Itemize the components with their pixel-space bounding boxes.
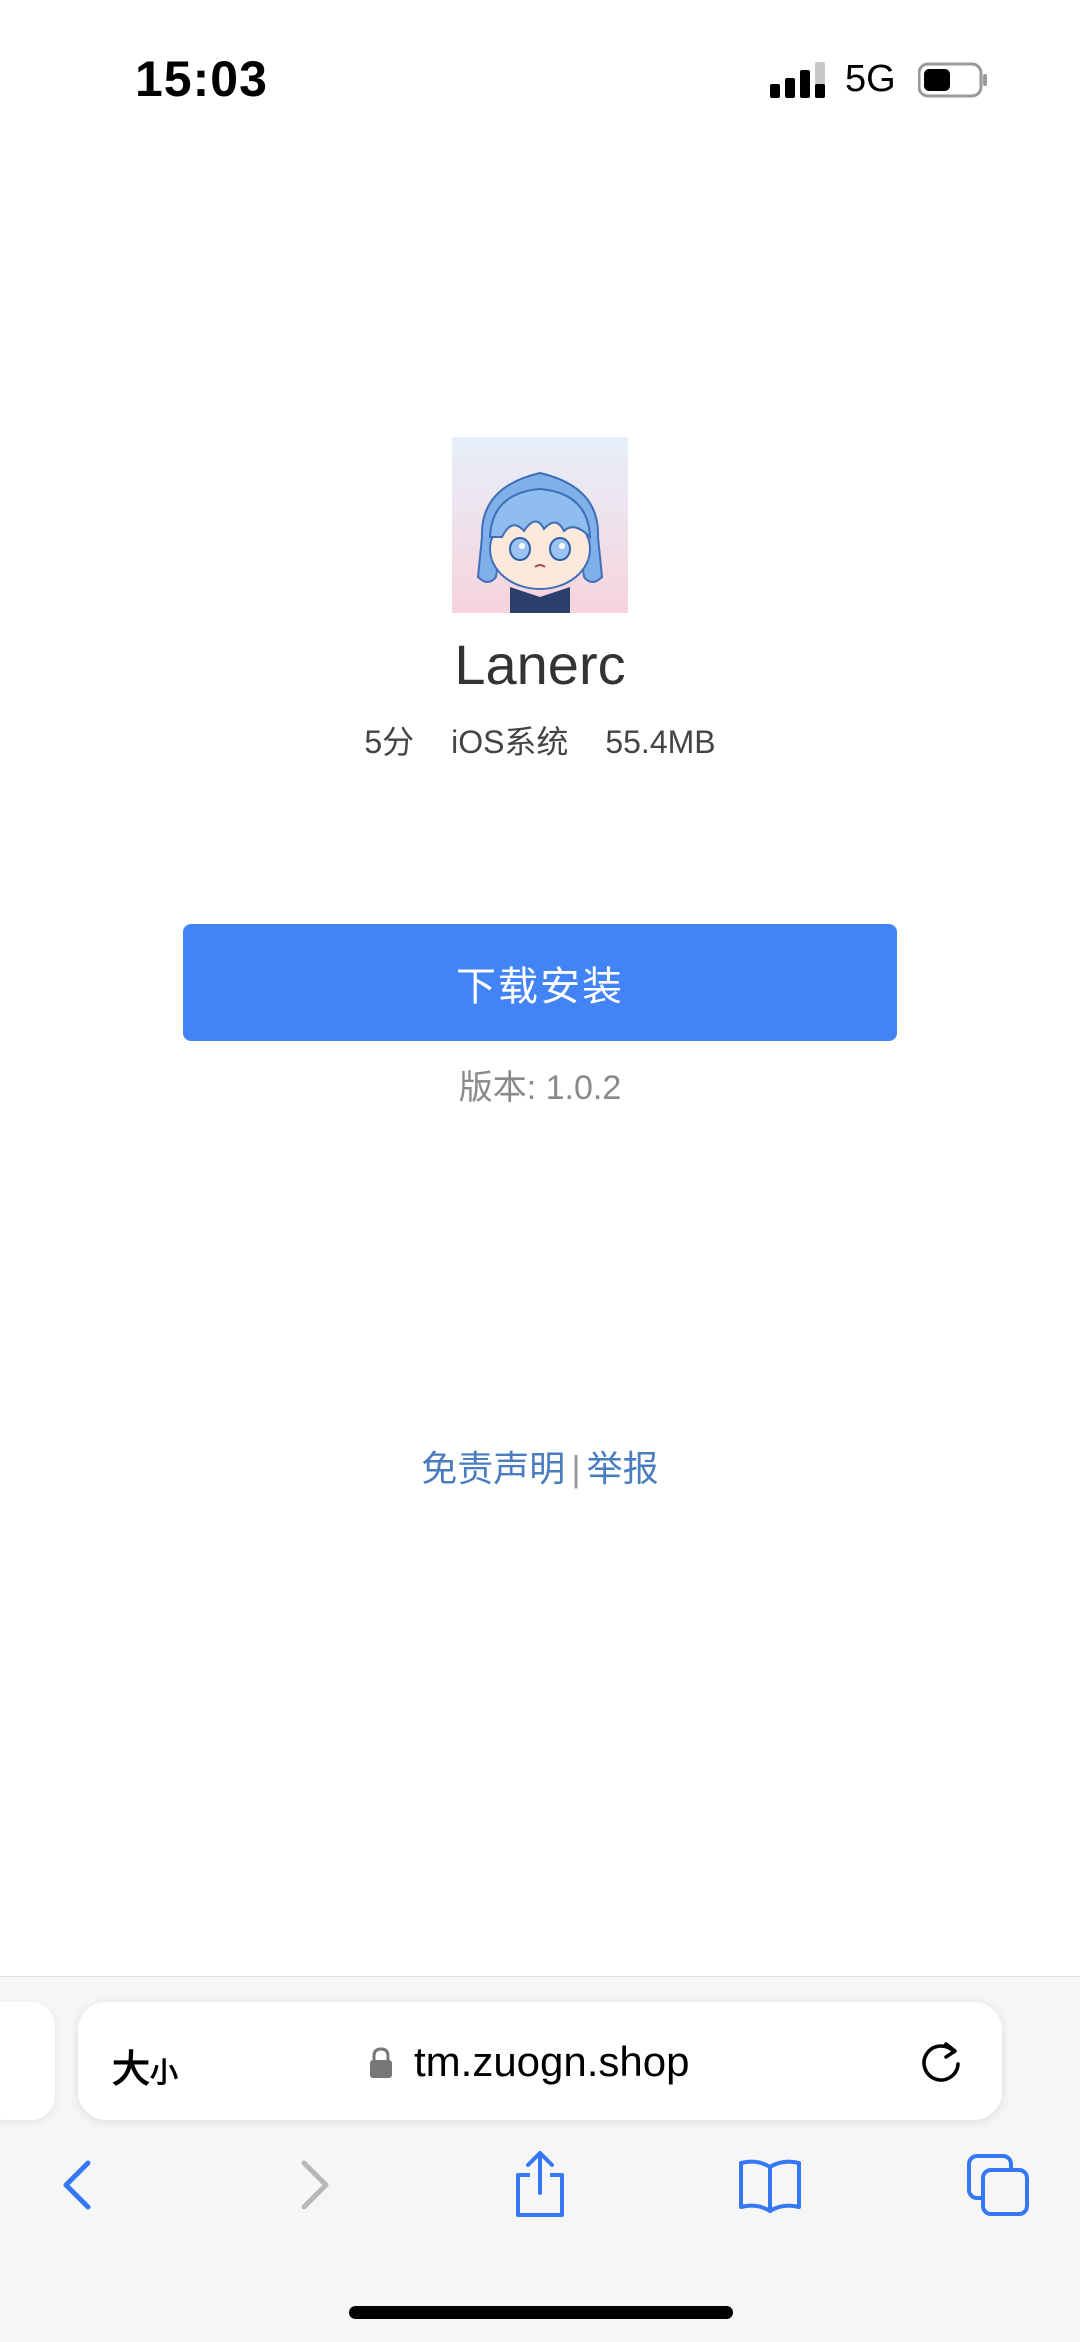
home-indicator[interactable] bbox=[349, 2306, 733, 2319]
forward-button[interactable] bbox=[262, 2135, 362, 2235]
app-platform: iOS系统 bbox=[451, 724, 569, 760]
app-rating: 5分 bbox=[364, 724, 415, 760]
text-size-large-glyph: 大 bbox=[112, 2049, 151, 2091]
browser-nav-toolbar bbox=[0, 2135, 1080, 2245]
text-size-button[interactable]: 大小 bbox=[112, 2038, 178, 2093]
share-icon bbox=[516, 2151, 564, 2217]
back-button[interactable] bbox=[30, 2135, 130, 2235]
tabs-button[interactable] bbox=[948, 2135, 1048, 2235]
bookmarks-button[interactable] bbox=[720, 2135, 820, 2235]
tabs-icon bbox=[967, 2154, 1029, 2216]
app-meta: 5分 iOS系统 55.4MB bbox=[0, 717, 1080, 763]
report-link[interactable]: 举报 bbox=[587, 1448, 659, 1489]
battery-icon bbox=[918, 62, 987, 98]
app-version: 版本: 1.0.2 bbox=[458, 1069, 622, 1107]
app-size: 55.4MB bbox=[605, 724, 716, 760]
link-separator: | bbox=[571, 1448, 581, 1489]
status-bar: 15:03 5G bbox=[0, 0, 1080, 160]
address-bar[interactable]: 大小 tm.zuogn.shop bbox=[78, 2002, 1002, 2120]
reload-icon[interactable] bbox=[916, 2036, 966, 2086]
browser-toolbar-area: 大小 tm.zuogn.shop bbox=[0, 1976, 1080, 2342]
forward-icon bbox=[301, 2160, 329, 2210]
previous-tab-preview[interactable] bbox=[0, 2002, 55, 2120]
footer-links: 免责声明 | 举报 bbox=[0, 1440, 1080, 1492]
download-install-button[interactable]: 下载安装 bbox=[183, 924, 897, 1041]
lock-icon bbox=[370, 2047, 392, 2078]
network-type: 5G bbox=[845, 58, 896, 100]
disclaimer-link[interactable]: 免责声明 bbox=[421, 1448, 565, 1489]
app-icon bbox=[452, 437, 628, 613]
app-name: Lanerc bbox=[454, 633, 626, 696]
status-time: 15:03 bbox=[135, 51, 268, 107]
text-size-small-glyph: 小 bbox=[150, 2057, 179, 2088]
url-text[interactable]: tm.zuogn.shop bbox=[414, 2038, 690, 2086]
bookmarks-icon bbox=[739, 2159, 801, 2213]
back-icon bbox=[63, 2160, 91, 2210]
share-button[interactable] bbox=[490, 2135, 590, 2235]
signal-icon bbox=[770, 62, 825, 98]
